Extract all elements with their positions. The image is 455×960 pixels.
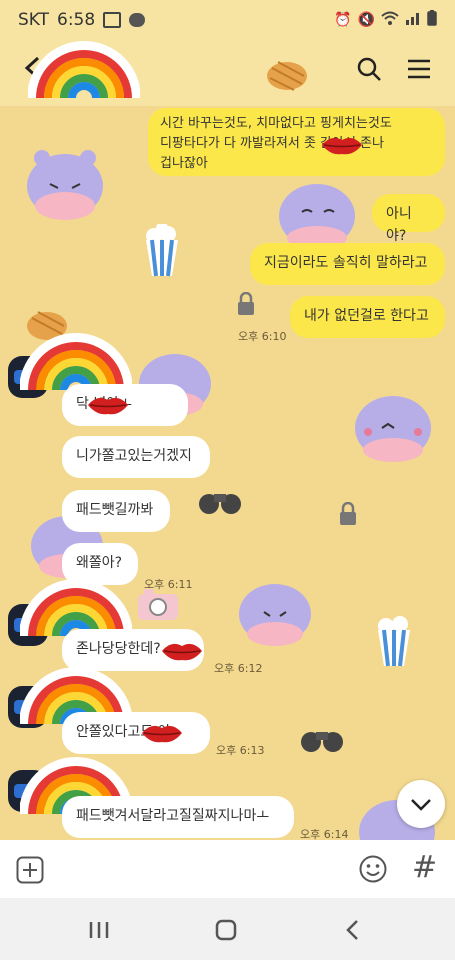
melon-bread-sticker-icon: [267, 61, 307, 91]
system-navigation-bar: [0, 898, 455, 960]
chat-header: [0, 40, 455, 106]
popcorn-sticker-icon: [378, 616, 410, 667]
menu-icon[interactable]: [406, 56, 432, 86]
lips-sticker-icon: [142, 725, 182, 743]
message-time: 오후 6:13: [216, 744, 265, 757]
signal-icon: [405, 11, 421, 29]
hippo-sticker-icon: [355, 396, 431, 462]
lips-sticker-icon: [162, 643, 202, 661]
lips-sticker-icon: [88, 397, 128, 415]
my-message-bubble[interactable]: 내가 없던걸로 한다고: [290, 296, 445, 338]
popcorn-sticker-icon: [146, 224, 178, 277]
add-attachment-icon[interactable]: [16, 856, 44, 888]
lock-sticker-icon: [238, 292, 254, 315]
scroll-to-bottom-button[interactable]: [397, 780, 445, 828]
status-bar: SKT 6:58 ⏰ 🔇: [0, 0, 455, 40]
message-time: 오후 6:12: [214, 662, 263, 675]
hashtag-search-button[interactable]: #: [412, 850, 437, 885]
their-message-bubble[interactable]: 안쫄있다고도 야: [62, 712, 210, 754]
message-time: 오후 6:14: [300, 828, 349, 840]
battery-icon: [427, 10, 437, 30]
home-icon[interactable]: [215, 919, 237, 945]
emoticon-icon[interactable]: [358, 854, 388, 888]
recent-apps-icon[interactable]: [88, 920, 110, 944]
my-message-bubble[interactable]: 아니야?: [372, 194, 445, 244]
message-input-bar[interactable]: #: [0, 840, 455, 898]
my-message-bubble[interactable]: 지금이라도 솔직히 말하라고: [250, 243, 445, 285]
binoculars-sticker-icon: [199, 494, 241, 514]
search-icon[interactable]: [356, 56, 382, 86]
carrier-label: SKT: [18, 10, 50, 30]
message-time: 오후 6:10: [238, 330, 287, 343]
my-message-bubble[interactable]: 시간 바꾸는것도, 치마없다고 핑게치는것도 디팡타다가 다 까발라져서 좃 같…: [148, 108, 445, 176]
their-message-bubble[interactable]: 니가쫄고있는거겠지: [62, 436, 210, 478]
alarm-icon: ⏰: [334, 12, 352, 28]
hippo-sticker-icon: [27, 150, 103, 220]
their-message-bubble[interactable]: 패드뺏겨서달라고질질짜지나마ㅗ: [62, 796, 294, 838]
wifi-icon: [381, 11, 399, 29]
chevron-down-icon: [409, 794, 433, 818]
message-time: 오후 6:11: [144, 578, 193, 591]
rainbow-sticker-icon: [28, 41, 140, 99]
lips-sticker-icon: [322, 137, 362, 155]
clock-label: 6:58: [57, 10, 96, 30]
back-icon[interactable]: [344, 919, 360, 945]
lock-sticker-icon: [340, 502, 356, 525]
talk-notification-icon: [129, 13, 146, 27]
hippo-sticker-icon: [239, 584, 311, 646]
binoculars-sticker-icon: [301, 732, 343, 752]
gallery-notification-icon: [103, 12, 122, 28]
mute-icon: 🔇: [357, 12, 375, 28]
their-message-bubble[interactable]: 패드뺏길까봐: [62, 490, 170, 532]
chat-area[interactable]: 시간 바꾸는것도, 치마없다고 핑게치는것도 디팡타다가 다 까발라져서 좃 같…: [0, 106, 455, 840]
